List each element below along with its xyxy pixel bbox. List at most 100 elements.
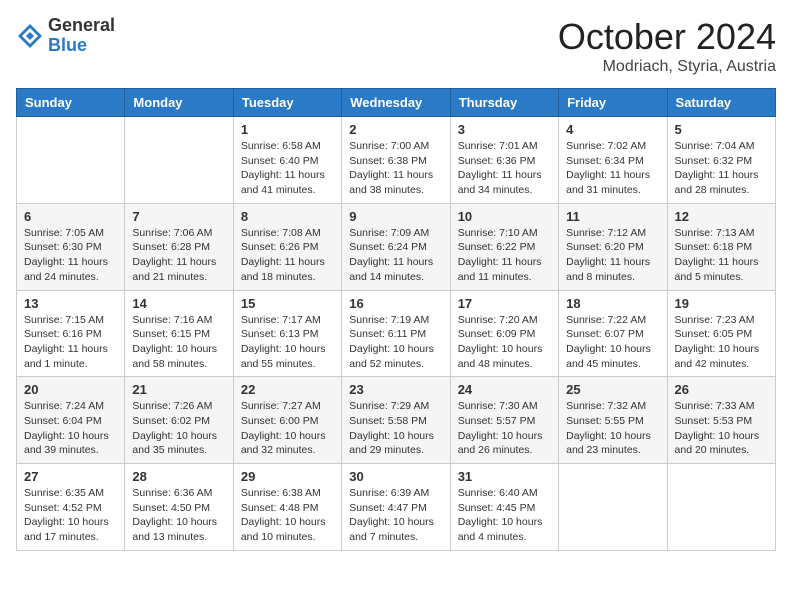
day-info: Sunrise: 7:17 AMSunset: 6:13 PMDaylight:… xyxy=(241,313,334,372)
calendar-cell: 14Sunrise: 7:16 AMSunset: 6:15 PMDayligh… xyxy=(125,290,233,377)
calendar-cell: 19Sunrise: 7:23 AMSunset: 6:05 PMDayligh… xyxy=(667,290,775,377)
day-info: Sunrise: 6:39 AMSunset: 4:47 PMDaylight:… xyxy=(349,486,442,545)
day-info: Sunrise: 7:05 AMSunset: 6:30 PMDaylight:… xyxy=(24,226,117,285)
day-number: 21 xyxy=(132,382,225,397)
calendar-cell: 9 Sunrise: 7:09 AMSunset: 6:24 PMDaylight… xyxy=(342,203,450,290)
day-number: 16 xyxy=(349,296,442,311)
calendar-cell: 15 Sunrise: 7:17 AMSunset: 6:13 PMDayligh… xyxy=(233,290,341,377)
calendar-cell: 7Sunrise: 7:06 AMSunset: 6:28 PMDaylight… xyxy=(125,203,233,290)
calendar-cell: 13 Sunrise: 7:15 AMSunset: 6:16 PMDayligh… xyxy=(17,290,125,377)
location-subtitle: Modriach, Styria, Austria xyxy=(558,58,776,76)
day-number: 19 xyxy=(675,296,768,311)
day-info: Sunrise: 6:40 AMSunset: 4:45 PMDaylight:… xyxy=(458,486,551,545)
day-number: 11 xyxy=(566,209,659,224)
day-info: Sunrise: 6:36 AMSunset: 4:50 PMDaylight:… xyxy=(132,486,225,545)
day-info: Sunrise: 7:09 AMSunset: 6:24 PMDaylight:… xyxy=(349,226,442,285)
day-info: Sunrise: 7:01 AMSunset: 6:36 PMDaylight:… xyxy=(458,139,551,198)
day-info: Sunrise: 7:02 AMSunset: 6:34 PMDaylight:… xyxy=(566,139,659,198)
day-number: 26 xyxy=(675,382,768,397)
calendar-week-row: 1 Sunrise: 6:58 AMSunset: 6:40 PMDaylight… xyxy=(17,117,776,204)
day-info: Sunrise: 6:35 AMSunset: 4:52 PMDaylight:… xyxy=(24,486,117,545)
day-number: 29 xyxy=(241,469,334,484)
day-number: 31 xyxy=(458,469,551,484)
day-info: Sunrise: 7:19 AMSunset: 6:11 PMDaylight:… xyxy=(349,313,442,372)
day-number: 18 xyxy=(566,296,659,311)
weekday-header: Sunday xyxy=(17,89,125,117)
calendar-cell: 5 Sunrise: 7:04 AMSunset: 6:32 PMDaylight… xyxy=(667,117,775,204)
weekday-header: Monday xyxy=(125,89,233,117)
calendar-week-row: 6 Sunrise: 7:05 AMSunset: 6:30 PMDaylight… xyxy=(17,203,776,290)
day-number: 15 xyxy=(241,296,334,311)
calendar-cell: 11 Sunrise: 7:12 AMSunset: 6:20 PMDayligh… xyxy=(559,203,667,290)
day-number: 20 xyxy=(24,382,117,397)
day-info: Sunrise: 7:20 AMSunset: 6:09 PMDaylight:… xyxy=(458,313,551,372)
weekday-header: Tuesday xyxy=(233,89,341,117)
calendar-cell: 17 Sunrise: 7:20 AMSunset: 6:09 PMDayligh… xyxy=(450,290,558,377)
day-info: Sunrise: 7:26 AMSunset: 6:02 PMDaylight:… xyxy=(132,399,225,458)
day-info: Sunrise: 7:24 AMSunset: 6:04 PMDaylight:… xyxy=(24,399,117,458)
day-number: 2 xyxy=(349,122,442,137)
day-number: 25 xyxy=(566,382,659,397)
day-info: Sunrise: 7:33 AMSunset: 5:53 PMDaylight:… xyxy=(675,399,768,458)
calendar-cell xyxy=(125,117,233,204)
day-info: Sunrise: 6:58 AMSunset: 6:40 PMDaylight:… xyxy=(241,139,334,198)
calendar-cell: 21 Sunrise: 7:26 AMSunset: 6:02 PMDayligh… xyxy=(125,377,233,464)
logo-general-text: General xyxy=(48,16,115,36)
day-number: 6 xyxy=(24,209,117,224)
calendar-cell: 24 Sunrise: 7:30 AMSunset: 5:57 PMDayligh… xyxy=(450,377,558,464)
day-info: Sunrise: 7:08 AMSunset: 6:26 PMDaylight:… xyxy=(241,226,334,285)
calendar-cell: 16 Sunrise: 7:19 AMSunset: 6:11 PMDayligh… xyxy=(342,290,450,377)
day-number: 10 xyxy=(458,209,551,224)
day-info: Sunrise: 6:38 AMSunset: 4:48 PMDaylight:… xyxy=(241,486,334,545)
calendar-cell xyxy=(17,117,125,204)
weekday-header-row: SundayMondayTuesdayWednesdayThursdayFrid… xyxy=(17,89,776,117)
calendar-cell: 25 Sunrise: 7:32 AMSunset: 5:55 PMDayligh… xyxy=(559,377,667,464)
day-info: Sunrise: 7:12 AMSunset: 6:20 PMDaylight:… xyxy=(566,226,659,285)
day-info: Sunrise: 7:32 AMSunset: 5:55 PMDaylight:… xyxy=(566,399,659,458)
logo-blue-text: Blue xyxy=(48,36,115,56)
day-info: Sunrise: 7:15 AMSunset: 6:16 PMDaylight:… xyxy=(24,313,117,372)
weekday-header: Saturday xyxy=(667,89,775,117)
day-number: 9 xyxy=(349,209,442,224)
calendar-cell: 6 Sunrise: 7:05 AMSunset: 6:30 PMDaylight… xyxy=(17,203,125,290)
day-info: Sunrise: 7:13 AMSunset: 6:18 PMDaylight:… xyxy=(675,226,768,285)
day-info: Sunrise: 7:00 AMSunset: 6:38 PMDaylight:… xyxy=(349,139,442,198)
day-number: 17 xyxy=(458,296,551,311)
calendar-table: SundayMondayTuesdayWednesdayThursdayFrid… xyxy=(16,88,776,551)
calendar-cell: 12 Sunrise: 7:13 AMSunset: 6:18 PMDayligh… xyxy=(667,203,775,290)
calendar-cell xyxy=(667,464,775,551)
day-number: 24 xyxy=(458,382,551,397)
page-header: General Blue October 2024 Modriach, Styr… xyxy=(16,16,776,76)
title-block: October 2024 Modriach, Styria, Austria xyxy=(558,16,776,76)
calendar-cell: 22Sunrise: 7:27 AMSunset: 6:00 PMDayligh… xyxy=(233,377,341,464)
logo-icon xyxy=(16,22,44,50)
day-info: Sunrise: 7:22 AMSunset: 6:07 PMDaylight:… xyxy=(566,313,659,372)
day-info: Sunrise: 7:10 AMSunset: 6:22 PMDaylight:… xyxy=(458,226,551,285)
calendar-week-row: 13 Sunrise: 7:15 AMSunset: 6:16 PMDayligh… xyxy=(17,290,776,377)
day-info: Sunrise: 7:27 AMSunset: 6:00 PMDaylight:… xyxy=(241,399,334,458)
weekday-header: Thursday xyxy=(450,89,558,117)
calendar-cell: 20 Sunrise: 7:24 AMSunset: 6:04 PMDayligh… xyxy=(17,377,125,464)
weekday-header: Friday xyxy=(559,89,667,117)
day-info: Sunrise: 7:06 AMSunset: 6:28 PMDaylight:… xyxy=(132,226,225,285)
day-number: 1 xyxy=(241,122,334,137)
day-number: 4 xyxy=(566,122,659,137)
day-info: Sunrise: 7:30 AMSunset: 5:57 PMDaylight:… xyxy=(458,399,551,458)
calendar-cell: 26 Sunrise: 7:33 AMSunset: 5:53 PMDayligh… xyxy=(667,377,775,464)
calendar-cell: 2 Sunrise: 7:00 AMSunset: 6:38 PMDaylight… xyxy=(342,117,450,204)
calendar-cell xyxy=(559,464,667,551)
day-number: 12 xyxy=(675,209,768,224)
calendar-cell: 30Sunrise: 6:39 AMSunset: 4:47 PMDayligh… xyxy=(342,464,450,551)
day-info: Sunrise: 7:04 AMSunset: 6:32 PMDaylight:… xyxy=(675,139,768,198)
day-number: 13 xyxy=(24,296,117,311)
calendar-cell: 28Sunrise: 6:36 AMSunset: 4:50 PMDayligh… xyxy=(125,464,233,551)
month-title: October 2024 xyxy=(558,16,776,58)
day-info: Sunrise: 7:29 AMSunset: 5:58 PMDaylight:… xyxy=(349,399,442,458)
day-number: 3 xyxy=(458,122,551,137)
calendar-cell: 10 Sunrise: 7:10 AMSunset: 6:22 PMDayligh… xyxy=(450,203,558,290)
day-number: 23 xyxy=(349,382,442,397)
day-number: 14 xyxy=(132,296,225,311)
calendar-cell: 29 Sunrise: 6:38 AMSunset: 4:48 PMDayligh… xyxy=(233,464,341,551)
calendar-cell: 18 Sunrise: 7:22 AMSunset: 6:07 PMDayligh… xyxy=(559,290,667,377)
day-number: 5 xyxy=(675,122,768,137)
